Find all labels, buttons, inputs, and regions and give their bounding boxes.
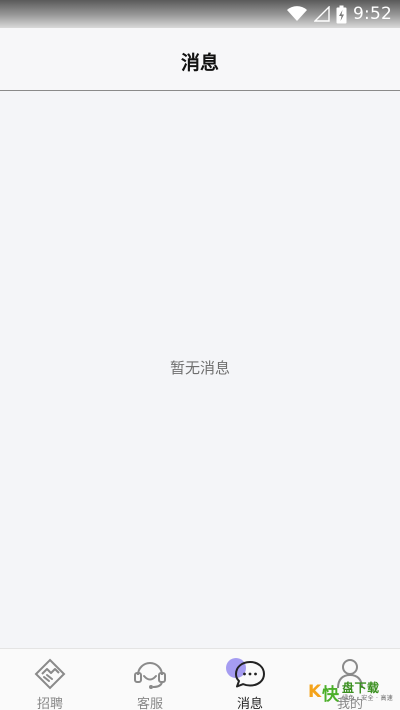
tab-label: 招聘 [36, 697, 63, 710]
battery-charging-icon [336, 5, 347, 24]
tab-messages[interactable]: 消息 [200, 649, 300, 710]
chat-bubble-icon [226, 656, 268, 690]
watermark-k: K [308, 682, 322, 702]
watermark-title: 盘下载 [342, 681, 380, 695]
tab-label: 消息 [236, 697, 263, 710]
empty-state-text: 暂无消息 [169, 359, 230, 377]
tab-recruit[interactable]: 招聘 [0, 649, 100, 710]
status-icons: 9:52 [286, 3, 392, 25]
cellular-signal-icon [314, 6, 330, 22]
watermark-text: 盘下载 绿色 · 安全 · 高速 [342, 682, 393, 702]
wifi-icon [286, 6, 308, 22]
watermark-kuai: 快 [322, 684, 339, 705]
tab-label: 客服 [136, 697, 163, 710]
page-title: 消息 [180, 51, 219, 74]
header: 消息 [0, 28, 400, 91]
status-time: 9:52 [353, 4, 392, 24]
tab-customer-service[interactable]: 客服 [100, 649, 200, 710]
status-bar: 9:52 [0, 0, 400, 28]
handshake-icon [32, 656, 68, 690]
message-list: 暂无消息 [0, 91, 400, 648]
watermark-subtitle: 绿色 · 安全 · 高速 [342, 695, 394, 702]
app-screen: 9:52 消息 暂无消息 招聘 客服 消息 我的 K 快 盘下载 绿色 · 安全… [0, 0, 400, 710]
headset-icon [132, 656, 168, 690]
watermark-logo: K 快 盘下载 绿色 · 安全 · 高速 [308, 678, 394, 706]
